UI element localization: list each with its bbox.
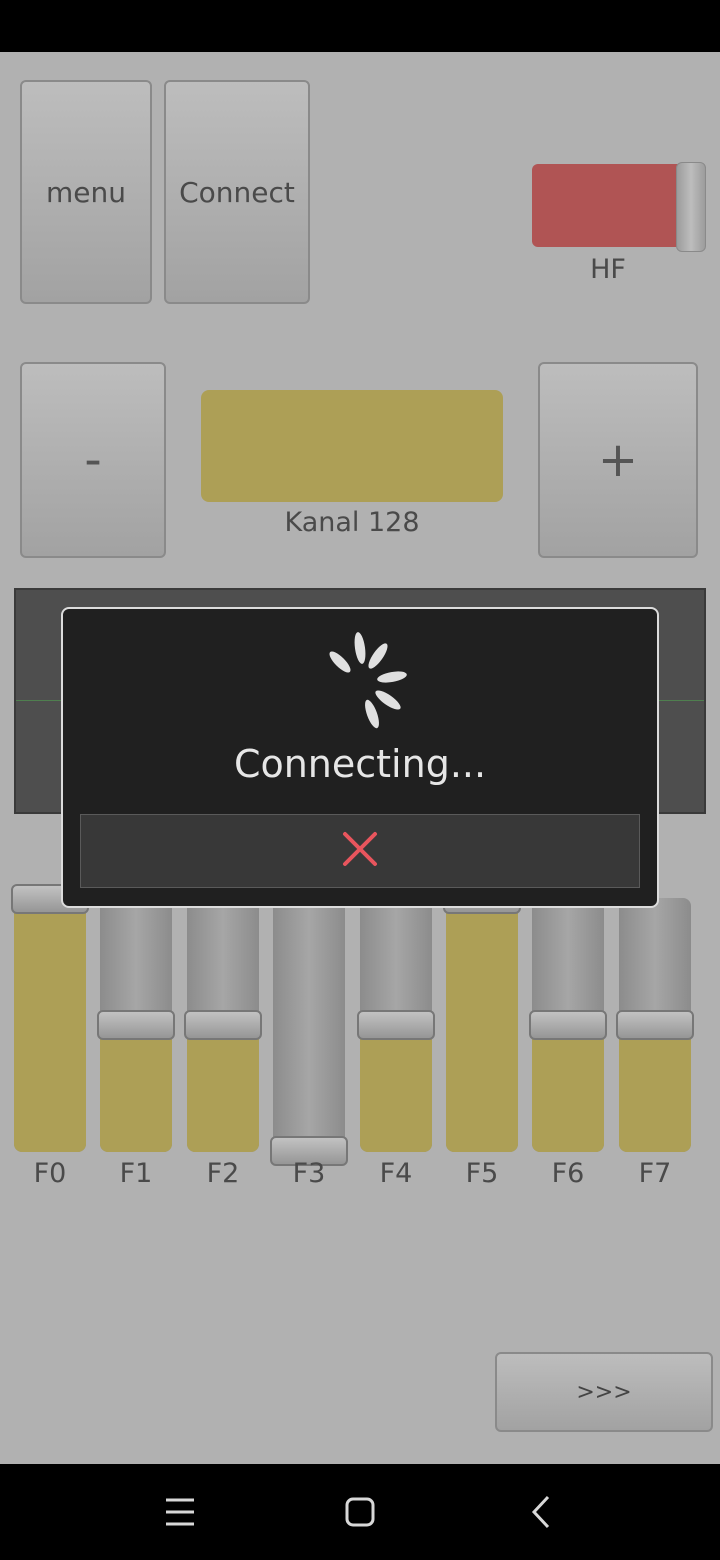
slider-thumb-f1[interactable]: [97, 1010, 175, 1040]
spinner-icon: [320, 632, 410, 732]
slider-track-f3[interactable]: [273, 898, 345, 1152]
hf-toggle[interactable]: [532, 164, 696, 247]
channel-indicator: [201, 390, 503, 502]
slider-fill-f0: [14, 899, 86, 1152]
slider-thumb-f4[interactable]: [357, 1010, 435, 1040]
cancel-button[interactable]: [80, 814, 640, 888]
channel-minus-button[interactable]: -: [20, 362, 166, 558]
slider-fill-f1: [100, 1025, 172, 1152]
hf-toggle-thumb[interactable]: [676, 162, 706, 252]
dialog-message: Connecting...: [233, 742, 487, 786]
slider-label-f5: F5: [465, 1158, 499, 1189]
slider-label-f7: F7: [638, 1158, 672, 1189]
hf-label: HF: [590, 254, 626, 285]
slider-thumb-f7[interactable]: [616, 1010, 694, 1040]
home-icon[interactable]: [342, 1494, 378, 1530]
menu-button[interactable]: menu: [20, 80, 152, 304]
slider-thumb-f6[interactable]: [529, 1010, 607, 1040]
next-page-button[interactable]: >>>: [495, 1352, 713, 1432]
slider-fill-f7: [619, 1025, 691, 1152]
slider-fill-f5: [446, 899, 518, 1152]
channel-plus-button[interactable]: +: [538, 362, 698, 558]
close-icon: [342, 831, 378, 871]
slider-fill-f4: [360, 1025, 432, 1152]
slider-label-f0: F0: [33, 1158, 67, 1189]
slider-label-f6: F6: [551, 1158, 585, 1189]
slider-thumb-f2[interactable]: [184, 1010, 262, 1040]
channel-label: Kanal 128: [284, 507, 420, 538]
slider-label-f1: F1: [119, 1158, 153, 1189]
back-icon[interactable]: [524, 1494, 560, 1530]
slider-label-f4: F4: [379, 1158, 413, 1189]
menu-icon[interactable]: [162, 1494, 198, 1530]
slider-label-f3: F3: [292, 1158, 326, 1189]
slider-label-f2: F2: [206, 1158, 240, 1189]
status-bar: [0, 0, 720, 52]
slider-fill-f6: [532, 1025, 604, 1152]
slider-fill-f2: [187, 1025, 259, 1152]
connect-button[interactable]: Connect: [164, 80, 310, 304]
